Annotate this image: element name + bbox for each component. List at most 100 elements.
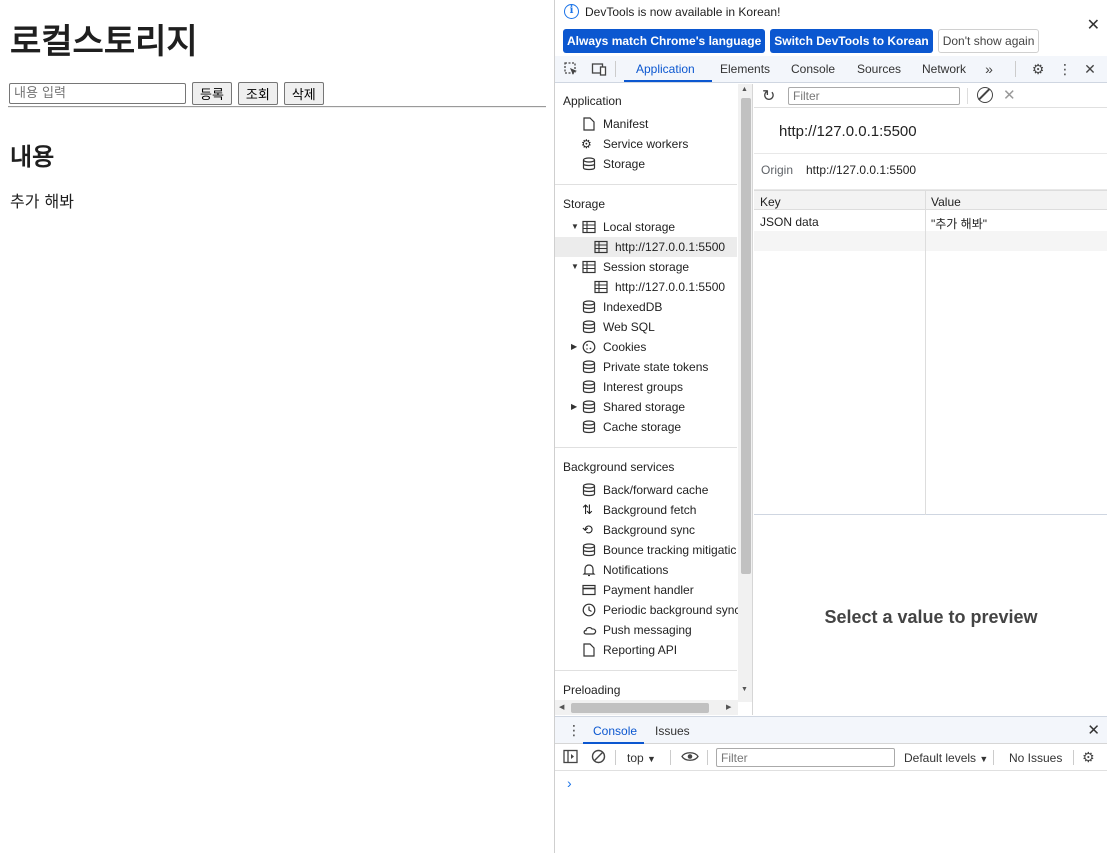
- sidebar-item-reporting-api[interactable]: Reporting API: [555, 640, 737, 660]
- tab-elements[interactable]: Elements: [720, 62, 770, 76]
- context-selector[interactable]: top ▼: [627, 751, 656, 765]
- origin-value: http://127.0.0.1:5500: [806, 163, 917, 177]
- cookie-icon: [582, 340, 596, 354]
- database-icon: [582, 483, 596, 497]
- clear-all-icon[interactable]: [977, 87, 993, 103]
- issues-counter[interactable]: No Issues: [1009, 751, 1062, 765]
- tab-network[interactable]: Network: [922, 62, 966, 76]
- switch-korean-button[interactable]: Switch DevTools to Korean: [770, 29, 933, 53]
- sidebar-item-manifest[interactable]: Manifest: [555, 114, 737, 134]
- sidebar-item-payment-handler[interactable]: Payment handler: [555, 580, 737, 600]
- drawer-menu-icon[interactable]: ⋮: [567, 722, 581, 739]
- table-row[interactable]: JSON data "추가 해봐": [754, 211, 1107, 231]
- view-button[interactable]: 조회: [237, 82, 278, 105]
- file-icon: [583, 643, 597, 657]
- page-title: 로컬스토리지: [10, 22, 198, 62]
- database-icon: [582, 543, 596, 557]
- sidebar-item-web-sql[interactable]: Web SQL: [555, 317, 737, 337]
- content-text: 추가 해봐: [10, 192, 74, 211]
- expanded-triangle-icon[interactable]: ▼: [571, 222, 579, 231]
- sidebar-item-back-forward-cache[interactable]: Back/forward cache: [555, 480, 737, 500]
- sidebar-item-session-storage[interactable]: ▼ Session storage: [555, 257, 737, 277]
- sidebar-header-preloading: Preloading: [563, 683, 621, 697]
- sidebar-item-local-storage[interactable]: ▼ Local storage: [555, 217, 737, 237]
- delete-button[interactable]: 삭제: [283, 82, 324, 105]
- sidebar-item-background-sync[interactable]: ⟲ Background sync: [555, 520, 737, 540]
- console-prompt-chevron-icon[interactable]: ›: [567, 775, 572, 791]
- web-page: 로컬스토리지 등록 조회 삭제 내용 추가 해봐: [0, 0, 554, 853]
- sidebar-item-interest-groups[interactable]: Interest groups: [555, 377, 737, 397]
- database-icon: [582, 157, 596, 171]
- sidebar-item-cache-storage[interactable]: Cache storage: [555, 417, 737, 437]
- divider: [8, 106, 546, 108]
- storage-filter-input[interactable]: Filter: [788, 87, 960, 105]
- sidebar-item-local-origin[interactable]: http://127.0.0.1:5500: [555, 237, 737, 257]
- sidebar-item-bounce-tracking[interactable]: Bounce tracking mitigatic: [555, 540, 737, 560]
- sidebar-item-service-workers[interactable]: ⚙ Service workers: [555, 134, 737, 154]
- table-icon: [582, 260, 596, 274]
- sidebar-item-notifications[interactable]: Notifications: [555, 560, 737, 580]
- sidebar-vertical-scrollbar[interactable]: ▲ ▼: [738, 84, 752, 702]
- tab-sources[interactable]: Sources: [857, 62, 901, 76]
- settings-gear-icon[interactable]: ⚙: [1030, 61, 1046, 77]
- scroll-down-arrow-icon[interactable]: ▼: [741, 686, 748, 693]
- close-drawer-icon[interactable]: ✕: [1087, 721, 1100, 739]
- drawer-tab-issues[interactable]: Issues: [655, 724, 690, 738]
- scrollbar-thumb[interactable]: [741, 98, 751, 574]
- scroll-up-arrow-icon[interactable]: ▲: [741, 86, 748, 93]
- close-devtools-icon[interactable]: ✕: [1082, 61, 1098, 77]
- scroll-left-arrow-icon[interactable]: ◀: [559, 703, 564, 711]
- column-header-key[interactable]: Key: [760, 195, 781, 209]
- empty-row[interactable]: [754, 231, 1107, 251]
- tab-application[interactable]: Application: [636, 62, 695, 76]
- sidebar-horizontal-scrollbar[interactable]: ◀ ▶: [555, 700, 738, 715]
- expanded-triangle-icon[interactable]: ▼: [571, 262, 579, 271]
- match-language-button[interactable]: Always match Chrome's language: [563, 29, 766, 53]
- live-expression-eye-icon[interactable]: [681, 749, 699, 764]
- table-icon: [594, 240, 608, 254]
- sidebar-item-indexeddb[interactable]: IndexedDB: [555, 297, 737, 317]
- delete-selected-icon[interactable]: ✕: [1003, 86, 1016, 104]
- scrollbar-thumb[interactable]: [571, 703, 709, 713]
- column-header-value[interactable]: Value: [931, 195, 961, 209]
- scroll-right-arrow-icon[interactable]: ▶: [726, 703, 731, 711]
- entry-form: 등록 조회 삭제: [9, 82, 324, 105]
- devtools-panel: i DevTools is now available in Korean! ✕…: [554, 0, 1107, 853]
- more-tabs-icon[interactable]: »: [981, 61, 997, 77]
- collapsed-triangle-icon[interactable]: ▶: [571, 402, 577, 411]
- content-input[interactable]: [9, 83, 186, 104]
- sidebar-item-periodic-background-sync[interactable]: Periodic background sync: [555, 600, 740, 620]
- dont-show-again-button[interactable]: Don't show again: [937, 29, 1040, 53]
- sidebar-item-storage[interactable]: Storage: [555, 154, 737, 174]
- active-tab-indicator: [624, 80, 712, 82]
- drawer-tab-console[interactable]: Console: [593, 724, 637, 738]
- clear-console-icon[interactable]: [591, 749, 606, 764]
- storage-toolbar: ↻ Filter ✕: [754, 84, 1107, 108]
- sidebar-item-push-messaging[interactable]: Push messaging: [555, 620, 737, 640]
- chevron-down-icon: ▼: [979, 754, 989, 764]
- collapsed-triangle-icon[interactable]: ▶: [571, 342, 577, 351]
- sidebar-item-cookies[interactable]: ▶ Cookies: [555, 337, 737, 357]
- close-icon[interactable]: ✕: [1087, 15, 1100, 35]
- infobar-message: DevTools is now available in Korean!: [585, 5, 781, 19]
- sidebar-item-session-origin[interactable]: http://127.0.0.1:5500: [555, 277, 737, 297]
- sidebar-header-storage: Storage: [563, 197, 606, 211]
- tab-console[interactable]: Console: [791, 62, 835, 76]
- sidebar-item-shared-storage[interactable]: ▶ Shared storage: [555, 397, 737, 417]
- local-storage-pane: ↻ Filter ✕ http://127.0.0.1:5500 Origin …: [754, 84, 1107, 715]
- devtools-tabbar: Application Elements Console Sources Net…: [555, 56, 1107, 83]
- up-down-arrows-icon: ⇅: [582, 502, 593, 517]
- drawer-tabbar: ⋮ Console Issues ✕: [555, 717, 1107, 744]
- inspect-element-icon[interactable]: [563, 61, 579, 77]
- console-settings-gear-icon[interactable]: ⚙: [1082, 749, 1095, 766]
- sidebar-item-background-fetch[interactable]: ⇅ Background fetch: [555, 500, 737, 520]
- refresh-icon[interactable]: ↻: [762, 86, 775, 106]
- database-icon: [582, 420, 596, 434]
- sidebar-item-private-state-tokens[interactable]: Private state tokens: [555, 357, 737, 377]
- sidebar-toggle-icon[interactable]: [563, 749, 578, 764]
- device-toolbar-icon[interactable]: [591, 61, 607, 77]
- more-options-icon[interactable]: ⋮: [1057, 61, 1073, 77]
- console-filter-input[interactable]: Filter: [716, 748, 895, 767]
- register-button[interactable]: 등록: [192, 82, 232, 105]
- log-levels-dropdown[interactable]: Default levels ▼: [904, 751, 988, 765]
